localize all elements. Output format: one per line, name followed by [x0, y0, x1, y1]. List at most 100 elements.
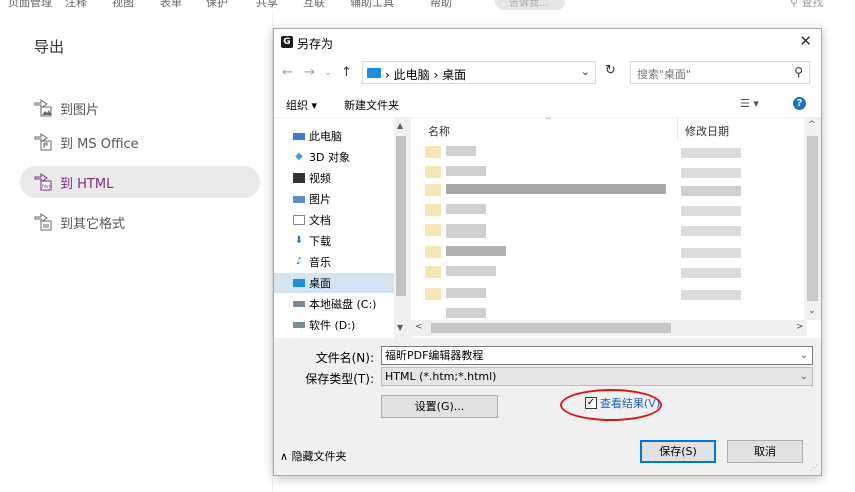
file-icon: [425, 288, 441, 300]
svg-text:htm: htm: [42, 184, 52, 190]
ribbon-tab[interactable]: 表单: [160, 0, 182, 10]
filetype-select[interactable]: HTML (*.htm;*.html) ⌄: [381, 367, 813, 386]
tree-item-drive-d[interactable]: 软件 (D:): [274, 315, 394, 335]
tree-item-documents[interactable]: 文档: [274, 210, 394, 230]
view-options-icon[interactable]: ☰ ▾: [740, 97, 759, 110]
tree-item-videos[interactable]: 视频: [274, 168, 394, 188]
help-icon[interactable]: ?: [793, 97, 806, 110]
blurred-date: [681, 148, 741, 158]
tree-item-downloads[interactable]: ⬇ 下载: [274, 231, 394, 251]
navigation-tree: 此电脑 ◆ 3D 对象 视频 图片 文档 ⬇ 下载 ♪ 音乐 桌面 本地磁盘 (C:)…: [274, 118, 408, 338]
tree-item-this-pc[interactable]: 此电脑: [274, 126, 394, 146]
tree-item-label: 文档: [309, 214, 331, 227]
save-button[interactable]: 保存(S): [640, 440, 716, 463]
chevron-down-icon[interactable]: ⌄: [800, 347, 808, 364]
tree-item-drive-c[interactable]: 本地磁盘 (C:): [274, 294, 394, 314]
scroll-up-icon[interactable]: ▲: [397, 121, 403, 130]
tree-item-desktop[interactable]: 桌面: [274, 273, 396, 293]
address-bar-row: ← → ⌄ ↑ › 此电脑 › 桌面 ⌄ ↻ 搜索"桌面" ⚲: [274, 56, 821, 90]
refresh-icon[interactable]: ↻: [605, 63, 616, 78]
scroll-right-icon[interactable]: >: [796, 322, 804, 332]
blurred-date: [681, 226, 741, 236]
file-list-scrollbar[interactable]: ^ ⌄: [804, 118, 821, 320]
file-list-hscrollbar[interactable]: < >: [411, 320, 807, 336]
ribbon-tab[interactable]: 辅助工具: [350, 0, 394, 10]
tree-item-label: 视频: [309, 172, 331, 185]
blurred-filename: [446, 288, 486, 298]
up-arrow-icon[interactable]: ↑: [341, 65, 352, 80]
ribbon-tab[interactable]: 注释: [65, 0, 87, 10]
cancel-button[interactable]: 取消: [727, 440, 803, 463]
ribbon-tab[interactable]: 保护: [206, 0, 228, 10]
blurred-filename: [446, 224, 486, 238]
dialog-titlebar[interactable]: G 另存为 ✕: [274, 29, 821, 56]
filename-input[interactable]: 福昕PDF编辑器教程 ⌄: [381, 346, 813, 365]
file-icon: [425, 266, 441, 278]
scrollbar-thumb[interactable]: [396, 136, 406, 296]
tree-item-music[interactable]: ♪ 音乐: [274, 252, 394, 272]
new-folder-button[interactable]: 新建文件夹: [344, 97, 399, 113]
save-as-dialog: G 另存为 ✕ ← → ⌄ ↑ › 此电脑 › 桌面 ⌄ ↻ 搜索"桌面" ⚲ …: [273, 28, 822, 476]
chevron-down-icon[interactable]: ⌄: [581, 65, 590, 78]
chevron-down-icon[interactable]: ⌄: [800, 368, 808, 385]
ribbon-tab[interactable]: 共享: [256, 0, 278, 10]
ribbon-tab[interactable]: 帮助: [430, 0, 452, 10]
settings-button[interactable]: 设置(G)...: [381, 395, 498, 418]
scroll-up-icon[interactable]: ^: [808, 120, 816, 130]
breadcrumb-item[interactable]: 桌面: [442, 68, 466, 82]
export-image-icon: [32, 97, 54, 119]
scroll-down-icon[interactable]: ▼: [397, 323, 403, 332]
tree-item-label: 此电脑: [309, 130, 342, 143]
export-to-office-item[interactable]: 到 MS Office: [20, 126, 260, 158]
drive-icon: [293, 301, 305, 307]
cube-icon: ◆: [295, 151, 303, 162]
address-bar[interactable]: › 此电脑 › 桌面 ⌄: [362, 61, 596, 84]
column-header-date[interactable]: 修改日期: [685, 123, 729, 139]
organize-button[interactable]: 组织 ▾: [286, 97, 317, 113]
back-arrow-icon[interactable]: ←: [282, 65, 293, 80]
tell-me-input[interactable]: 告诉我...: [495, 0, 565, 10]
ribbon-search[interactable]: ⚲ 查找: [790, 0, 824, 10]
video-icon: [293, 173, 305, 183]
tree-item-label: 音乐: [309, 256, 331, 269]
export-to-image-item[interactable]: 到图片: [20, 92, 260, 124]
filetype-value: HTML (*.htm;*.html): [385, 370, 497, 383]
export-to-html-item[interactable]: htm 到 HTML: [20, 166, 260, 198]
close-icon[interactable]: ✕: [799, 32, 812, 50]
ribbon-tab[interactable]: 互联: [303, 0, 325, 10]
scroll-left-icon[interactable]: <: [415, 322, 423, 332]
breadcrumb-item[interactable]: 此电脑: [394, 68, 430, 82]
tree-item-3d-objects[interactable]: ◆ 3D 对象: [274, 147, 394, 167]
forward-arrow-icon[interactable]: →: [304, 65, 315, 80]
column-header-name[interactable]: 名称: [428, 123, 450, 139]
export-to-other-item[interactable]: 到其它格式: [20, 206, 260, 238]
foxit-app-icon: G: [281, 36, 293, 48]
file-icon: [425, 146, 441, 158]
ribbon-search-label: 查找: [801, 0, 824, 9]
scrollbar-thumb[interactable]: [431, 323, 671, 333]
dialog-toolbar: 组织 ▾ 新建文件夹 ☰ ▾ ?: [274, 90, 821, 118]
resize-grip-icon[interactable]: ⋰: [810, 463, 818, 472]
sort-ascending-icon: ^: [545, 118, 552, 125]
export-panel: 导出 到图片 到 MS Office htm 到 HTML 到其它格式: [0, 10, 272, 492]
tree-item-pictures[interactable]: 图片: [274, 189, 394, 209]
blurred-date: [681, 186, 741, 196]
desktop-icon: [293, 279, 305, 287]
search-input[interactable]: 搜索"桌面" ⚲: [630, 61, 810, 84]
ribbon-tab[interactable]: 视图: [112, 0, 134, 10]
music-icon: ♪: [295, 256, 303, 267]
highlight-annotation-oval: [560, 389, 662, 421]
recent-dropdown-icon[interactable]: ⌄: [324, 68, 332, 78]
ribbon-tab[interactable]: 页面管理: [8, 0, 52, 10]
pc-icon: [293, 132, 305, 140]
export-item-label: 到 MS Office: [60, 136, 139, 152]
hide-folders-toggle[interactable]: ∧ 隐藏文件夹: [280, 448, 347, 464]
blurred-filename: [446, 246, 506, 256]
chevron-up-icon: ∧: [280, 450, 292, 463]
scroll-down-icon[interactable]: ⌄: [808, 306, 816, 316]
export-office-icon: [32, 131, 54, 153]
scrollbar-thumb[interactable]: [807, 136, 818, 301]
tree-scrollbar[interactable]: ▲ ▼: [394, 118, 408, 338]
tree-item-label: 本地磁盘 (C:): [309, 298, 377, 311]
page-title: 导出: [34, 38, 65, 56]
